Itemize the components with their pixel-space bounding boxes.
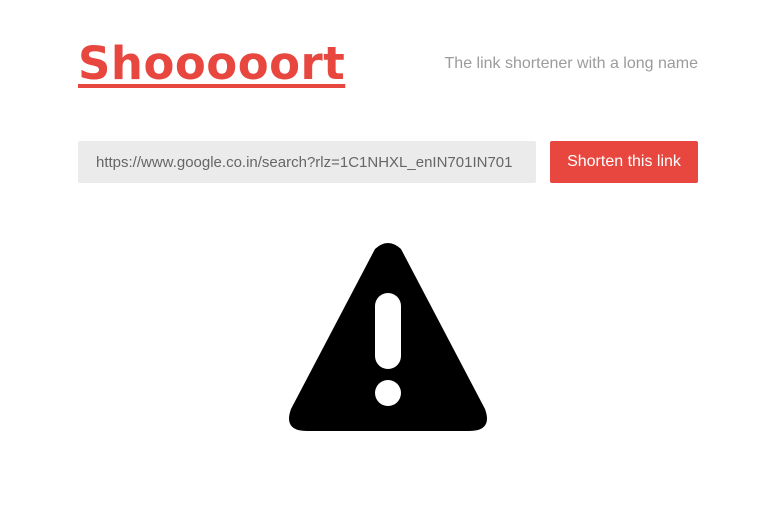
url-input[interactable] <box>78 141 536 183</box>
tagline: The link shortener with a long name <box>444 55 698 72</box>
shorten-button[interactable]: Shorten this link <box>550 141 698 183</box>
warning-icon <box>289 243 487 431</box>
page: Shooooort The link shortener with a long… <box>0 0 777 511</box>
logo-link[interactable]: Shooooort <box>78 36 345 92</box>
